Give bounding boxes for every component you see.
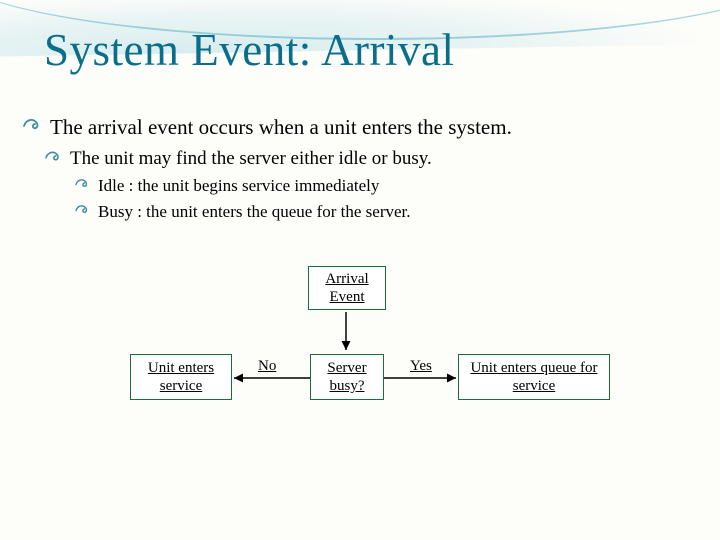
- flowchart-box-decision: Server busy?: [310, 354, 384, 400]
- bullet-level-3: Busy : the unit enters the queue for the…: [74, 202, 698, 222]
- content-area: The arrival event occurs when a unit ent…: [22, 115, 698, 228]
- swirl-bullet-icon: [74, 202, 92, 216]
- box-text: Unit enters queue for service: [465, 359, 603, 395]
- bullet-text: Busy : the unit enters the queue for the…: [98, 202, 411, 222]
- swirl-bullet-icon: [44, 148, 64, 164]
- bullet-level-3: Idle : the unit begins service immediate…: [74, 176, 698, 196]
- bullet-text: Idle : the unit begins service immediate…: [98, 176, 379, 196]
- bullet-text: The unit may find the server either idle…: [70, 148, 432, 170]
- box-text: Unit enters service: [137, 359, 225, 395]
- swirl-bullet-icon: [22, 115, 44, 133]
- swirl-bullet-icon: [74, 176, 92, 190]
- flowchart-box-unit-enters-service: Unit enters service: [130, 354, 232, 400]
- bullet-level-1: The arrival event occurs when a unit ent…: [22, 115, 698, 140]
- box-text: Server busy?: [317, 359, 377, 395]
- box-text: Arrival Event: [315, 270, 379, 306]
- flowchart-box-arrival-event: Arrival Event: [308, 266, 386, 310]
- flowchart: Arrival Event Server busy? Unit enters s…: [0, 258, 720, 458]
- bullet-level-2: The unit may find the server either idle…: [44, 148, 698, 170]
- bullet-text: The arrival event occurs when a unit ent…: [50, 115, 512, 140]
- flowchart-label-no: No: [258, 358, 276, 375]
- slide-title: System Event: Arrival: [44, 24, 454, 76]
- flowchart-box-unit-enters-queue: Unit enters queue for service: [458, 354, 610, 400]
- flowchart-label-yes: Yes: [410, 358, 432, 375]
